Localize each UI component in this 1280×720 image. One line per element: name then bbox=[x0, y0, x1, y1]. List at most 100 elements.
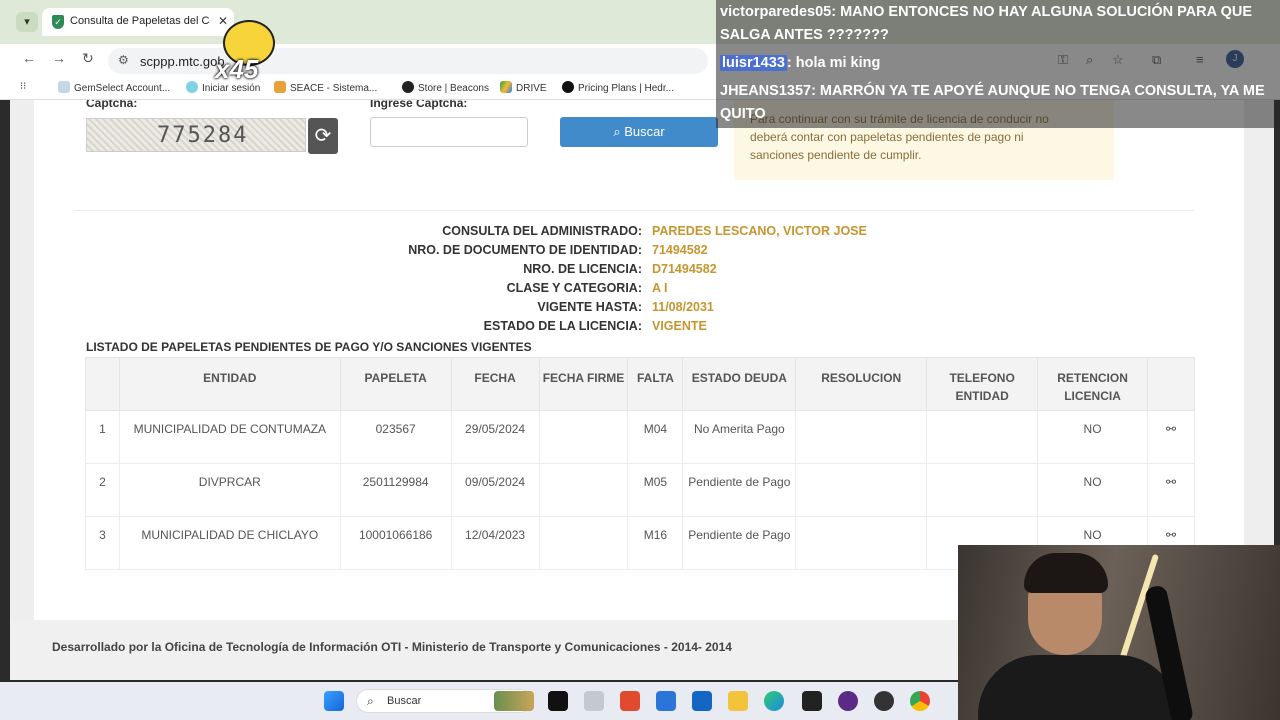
notion-icon[interactable] bbox=[548, 691, 568, 711]
details-icon[interactable]: ⚯ bbox=[1166, 475, 1176, 489]
details-icon[interactable]: ⚯ bbox=[1166, 528, 1176, 542]
fecha-firme-cell bbox=[538, 463, 629, 517]
estado-cell: Pendiente de Pago bbox=[682, 516, 797, 570]
calculator-icon[interactable] bbox=[584, 691, 604, 711]
browser-tab[interactable]: ✓ Consulta de Papeletas del Ciud ✕ bbox=[42, 8, 234, 36]
papeleta-cell: 2501129984 bbox=[339, 463, 452, 517]
captcha-code: 775284 bbox=[157, 123, 249, 148]
info-label: CLASE Y CATEGORIA: bbox=[506, 281, 642, 295]
chat-text: : MANO ENTONCES NO HAY ALGUNA SOLUCIÓN P… bbox=[831, 4, 1253, 20]
back-icon[interactable]: ← bbox=[22, 50, 36, 66]
table-row: 2 DIVPRCAR 2501129984 09/05/2024 M05 Pen… bbox=[85, 463, 1195, 517]
capcut-icon[interactable] bbox=[802, 691, 822, 711]
column-header: ENTIDAD bbox=[118, 357, 341, 411]
resolucion-cell bbox=[795, 463, 928, 517]
address-bar[interactable]: ⚙ scppp.mtc.gob bbox=[108, 48, 708, 74]
taskbar-search-placeholder: Buscar bbox=[387, 695, 422, 707]
fecha-firme-cell bbox=[538, 410, 629, 464]
bookmark-seace[interactable]: SEACE - Sistema... bbox=[274, 81, 377, 94]
chat-username: JHEANS1357 bbox=[720, 83, 812, 99]
bookmark-gemselect[interactable]: GemSelect Account... bbox=[58, 81, 170, 94]
info-label: NRO. DE DOCUMENTO DE IDENTIDAD: bbox=[408, 243, 642, 257]
chat-username: victorparedes05 bbox=[720, 4, 832, 20]
row-number: 1 bbox=[85, 410, 120, 464]
info-label: NRO. DE LICENCIA: bbox=[523, 262, 642, 276]
site-settings-icon[interactable]: ⚙ bbox=[118, 53, 129, 67]
outlook-icon[interactable] bbox=[692, 691, 712, 711]
beacons-icon bbox=[402, 81, 414, 93]
captcha-input[interactable] bbox=[370, 117, 528, 147]
column-header bbox=[85, 357, 120, 411]
chat-message-continued: SALGA ANTES ??????? bbox=[720, 27, 889, 43]
entidad-cell: MUNICIPALIDAD DE CHICLAYO bbox=[118, 516, 341, 570]
shield-icon: ✓ bbox=[52, 15, 64, 29]
captcha-label: Captcha: bbox=[86, 100, 138, 110]
column-header: ESTADO DEUDA bbox=[682, 357, 797, 411]
drive-icon bbox=[500, 81, 512, 93]
url-text: scppp.mtc.gob bbox=[140, 54, 225, 69]
list-title: LISTADO DE PAPELETAS PENDIENTES DE PAGO … bbox=[86, 340, 532, 354]
search-button[interactable]: ⌕ Buscar bbox=[560, 117, 718, 147]
search-icon: ⌕ bbox=[613, 124, 625, 139]
row-action: ⚯ bbox=[1147, 410, 1195, 464]
snipping-tool-icon[interactable] bbox=[620, 691, 640, 711]
tab-search-chevron-icon[interactable]: ▾ bbox=[16, 12, 38, 32]
chat-message: JHEANS1357: MARRÓN YA TE APOYÉ AUNQUE NO… bbox=[720, 83, 1265, 99]
bookmark-drive[interactable]: DRIVE bbox=[500, 81, 547, 94]
edge-icon[interactable] bbox=[764, 691, 784, 711]
captcha-input-label: Ingrese Captcha: bbox=[370, 100, 468, 110]
calendar-icon[interactable] bbox=[656, 691, 676, 711]
chrome-icon[interactable] bbox=[910, 691, 930, 711]
info-row: NRO. DE DOCUMENTO DE IDENTIDAD: 71494582 bbox=[34, 243, 1244, 262]
forward-icon[interactable]: → bbox=[52, 50, 66, 66]
column-header: RETENCION LICENCIA bbox=[1037, 357, 1148, 411]
streamer-body bbox=[978, 655, 1178, 720]
info-row: CONSULTA DEL ADMINISTRADO: PAREDES LESCA… bbox=[34, 224, 1244, 243]
falta-cell: M16 bbox=[627, 516, 684, 570]
login-icon bbox=[186, 81, 198, 93]
steam-icon[interactable] bbox=[874, 691, 894, 711]
file-explorer-icon[interactable] bbox=[728, 691, 748, 711]
footer-text: Desarrollado por la Oficina de Tecnologí… bbox=[52, 640, 732, 654]
resolucion-cell bbox=[795, 410, 928, 464]
chat-text: : MARRÓN YA TE APOYÉ AUNQUE NO TENGA CON… bbox=[811, 83, 1265, 99]
obs-icon[interactable] bbox=[838, 691, 858, 711]
column-header: RESOLUCION bbox=[795, 357, 928, 411]
seace-icon bbox=[274, 81, 286, 93]
refresh-captcha-icon[interactable]: ⟳ bbox=[308, 118, 338, 154]
bookmark-beacons[interactable]: Store | Beacons bbox=[402, 81, 489, 94]
search-icon: ⌕ bbox=[367, 694, 374, 708]
hedra-icon bbox=[562, 81, 574, 93]
estado-cell: Pendiente de Pago bbox=[682, 463, 797, 517]
chat-overlay: victorparedes05: MANO ENTONCES NO HAY AL… bbox=[716, 0, 1280, 128]
info-value: D71494582 bbox=[652, 262, 717, 276]
reload-icon[interactable]: ↻ bbox=[82, 50, 94, 67]
bookmark-pricing-plans[interactable]: Pricing Plans | Hedr... bbox=[562, 81, 674, 94]
apps-icon[interactable]: ⁝⁝ bbox=[20, 81, 26, 92]
column-header: PAPELETA bbox=[339, 357, 452, 411]
info-label: ESTADO DE LA LICENCIA: bbox=[483, 319, 642, 333]
papeleta-cell: 023567 bbox=[339, 410, 452, 464]
column-header bbox=[1147, 357, 1195, 411]
column-header: FECHA bbox=[450, 357, 540, 411]
fecha-cell: 12/04/2023 bbox=[450, 516, 540, 570]
info-value: A I bbox=[652, 281, 668, 295]
details-icon[interactable]: ⚯ bbox=[1166, 422, 1176, 436]
fecha-cell: 29/05/2024 bbox=[450, 410, 540, 464]
content-panel: Captcha: Ingrese Captcha: 775284 ⟳ ⌕ Bus… bbox=[34, 100, 1244, 620]
row-action: ⚯ bbox=[1147, 463, 1195, 517]
widgets-icon[interactable] bbox=[494, 691, 534, 711]
row-number: 3 bbox=[85, 516, 120, 570]
screen: ▾ ✓ Consulta de Papeletas del Ciud ✕ ← →… bbox=[0, 0, 1280, 720]
table-row: 1 MUNICIPALIDAD DE CONTUMAZA 023567 29/0… bbox=[85, 410, 1195, 464]
retencion-cell: NO bbox=[1037, 410, 1148, 464]
bee-sticker: x45 bbox=[213, 16, 281, 84]
windows-start-icon[interactable] bbox=[324, 691, 344, 711]
info-label: VIGENTE HASTA: bbox=[537, 300, 642, 314]
estado-cell: No Amerita Pago bbox=[682, 410, 797, 464]
chat-message: victorparedes05: MANO ENTONCES NO HAY AL… bbox=[720, 4, 1252, 20]
falta-cell: M04 bbox=[627, 410, 684, 464]
info-value: 71494582 bbox=[652, 243, 708, 257]
webcam-feed bbox=[958, 545, 1280, 720]
column-header: TELEFONO ENTIDAD bbox=[926, 357, 1039, 411]
